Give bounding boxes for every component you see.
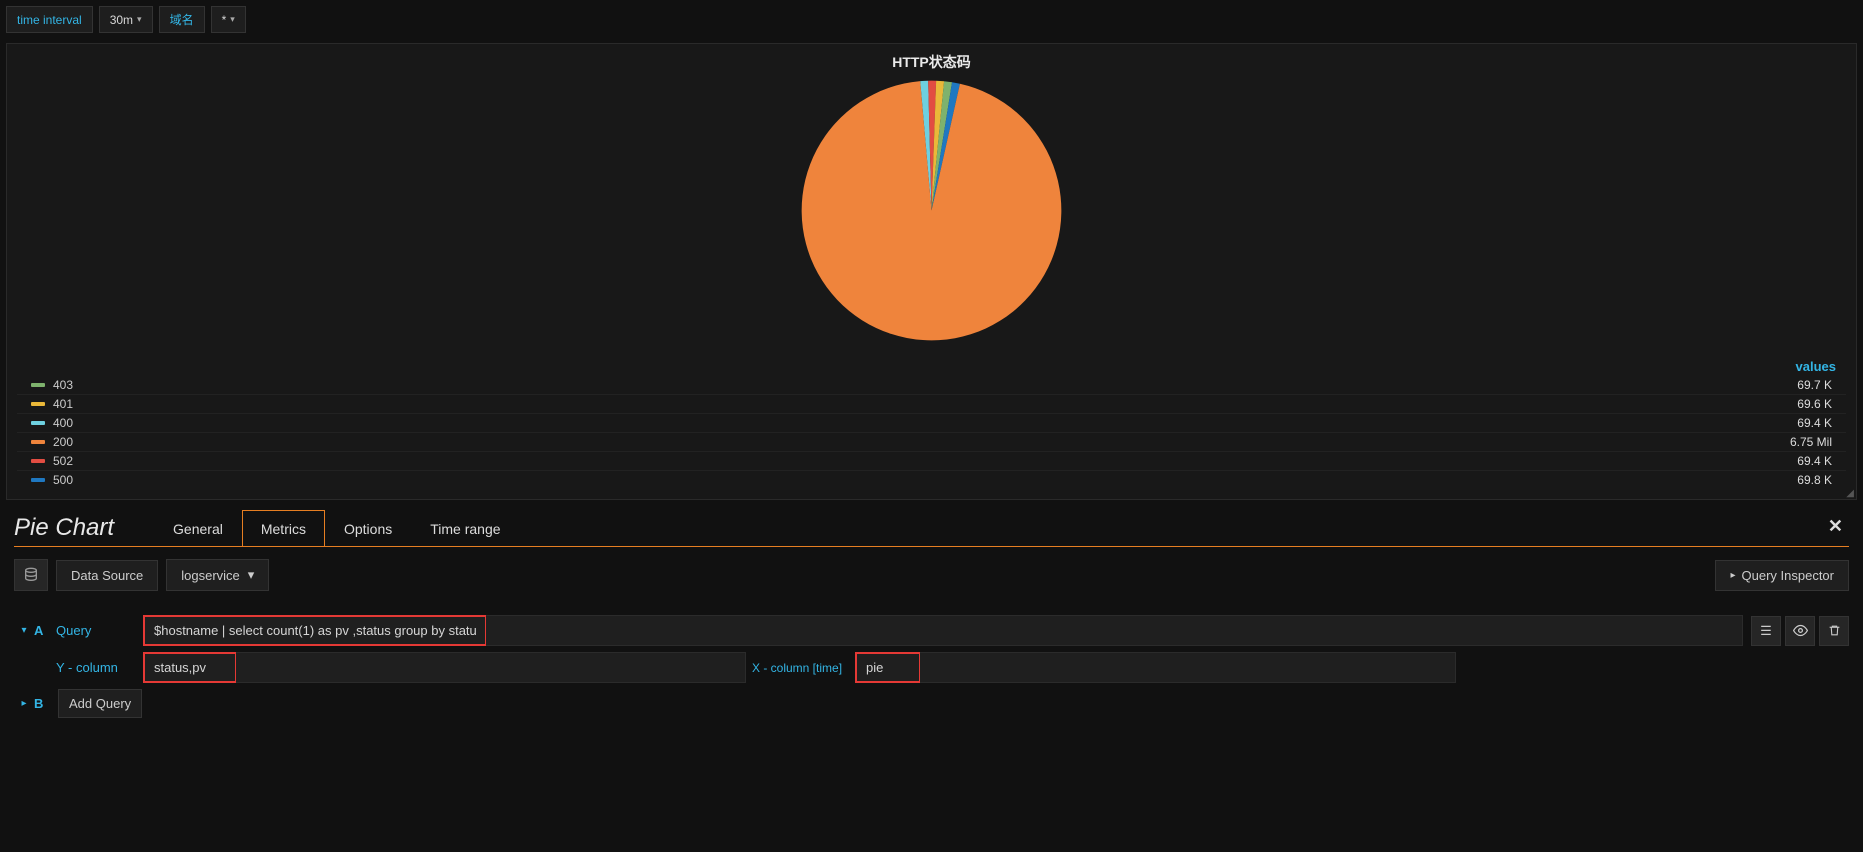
xcolumn-input[interactable] xyxy=(856,653,920,682)
tab-time-range[interactable]: Time range xyxy=(411,510,519,547)
datasource-icon xyxy=(14,559,48,591)
datasource-row: Data Source logservice ▾ ▸ Query Inspect… xyxy=(14,559,1849,591)
chart-title: HTTP状态码 xyxy=(7,44,1856,72)
query-letter-b[interactable]: B xyxy=(34,696,52,711)
ycolumn-input-extend[interactable] xyxy=(236,652,746,683)
eye-icon xyxy=(1793,623,1808,638)
query-row-actions: ☰ xyxy=(1751,616,1849,646)
legend-swatch xyxy=(31,383,45,387)
query-row-b: ▸ B Add Query xyxy=(14,689,1849,718)
legend-value: 69.6 K xyxy=(1797,397,1832,411)
caret-right-icon: ▸ xyxy=(1730,570,1735,581)
ycolumn-input[interactable] xyxy=(144,653,236,682)
domain-value: * xyxy=(222,13,227,27)
legend-row[interactable]: 401 69.6 K xyxy=(17,394,1846,413)
legend-label: 400 xyxy=(53,416,73,430)
legend-row[interactable]: 502 69.4 K xyxy=(17,451,1846,470)
legend-row[interactable]: 500 69.8 K xyxy=(17,470,1846,489)
xcolumn-label: X - column [time] xyxy=(746,661,856,675)
query-row-a: ▾ A Query ☰ xyxy=(14,615,1849,646)
legend-swatch xyxy=(31,421,45,425)
legend-header: values xyxy=(7,355,1856,376)
legend-value: 69.7 K xyxy=(1797,378,1832,392)
tab-options[interactable]: Options xyxy=(325,510,411,547)
legend-label: 403 xyxy=(53,378,73,392)
domain-label[interactable]: 域名 xyxy=(159,6,205,33)
chart-panel: HTTP状态码 values 403 69.7 K 401 69.6 K 400 69.4… xyxy=(6,43,1857,500)
time-interval-label[interactable]: time interval xyxy=(6,6,93,33)
columns-row: Y - column X - column [time] xyxy=(14,652,1849,683)
pie-svg xyxy=(799,78,1064,343)
datasource-label: Data Source xyxy=(56,560,158,591)
add-query-button[interactable]: Add Query xyxy=(58,689,142,718)
caret-down-icon: ▾ xyxy=(248,567,255,583)
xcolumn-input-extend[interactable] xyxy=(920,652,1456,683)
legend-swatch xyxy=(31,440,45,444)
resize-handle[interactable]: ◢ xyxy=(1846,488,1854,499)
trash-icon xyxy=(1828,624,1841,637)
query-collapse-toggle-b[interactable]: ▸ xyxy=(14,698,34,709)
legend-swatch xyxy=(31,402,45,406)
legend-row[interactable]: 400 69.4 K xyxy=(17,413,1846,432)
caret-down-icon: ▾ xyxy=(137,14,142,25)
tab-metrics[interactable]: Metrics xyxy=(242,510,325,547)
datasource-selected: logservice xyxy=(181,568,240,583)
legend-value: 6.75 Mil xyxy=(1790,435,1832,449)
values-column-header[interactable]: values xyxy=(1796,359,1836,374)
database-icon xyxy=(23,567,39,583)
query-letter-a[interactable]: A xyxy=(34,623,52,638)
time-interval-select[interactable]: 30m ▾ xyxy=(99,6,153,33)
query-label: Query xyxy=(52,623,144,638)
query-collapse-toggle[interactable]: ▾ xyxy=(14,625,34,636)
metrics-section: Data Source logservice ▾ ▸ Query Inspect… xyxy=(0,549,1863,724)
legend-swatch xyxy=(31,459,45,463)
legend-value: 69.4 K xyxy=(1797,416,1832,430)
time-interval-value: 30m xyxy=(110,13,133,27)
query-inspector-button[interactable]: ▸ Query Inspector xyxy=(1715,560,1849,591)
legend-value: 69.4 K xyxy=(1797,454,1832,468)
query-delete-button[interactable] xyxy=(1819,616,1849,646)
legend-label: 500 xyxy=(53,473,73,487)
variable-bar: time interval 30m ▾ 域名 * ▾ xyxy=(0,0,1863,39)
legend-table: 403 69.7 K 401 69.6 K 400 69.4 K 200 6.75 Mil 50… xyxy=(7,376,1856,499)
legend-label: 502 xyxy=(53,454,73,468)
pie-chart xyxy=(7,72,1856,355)
query-input[interactable] xyxy=(144,616,486,645)
datasource-select[interactable]: logservice ▾ xyxy=(166,559,269,591)
query-menu-button[interactable]: ☰ xyxy=(1751,616,1781,646)
panel-editor: Pie Chart General Metrics Options Time r… xyxy=(0,500,1863,549)
caret-down-icon: ▾ xyxy=(230,14,235,25)
legend-row[interactable]: 403 69.7 K xyxy=(17,376,1846,394)
legend-swatch xyxy=(31,478,45,482)
legend-row[interactable]: 200 6.75 Mil xyxy=(17,432,1846,451)
query-toggle-visibility-button[interactable] xyxy=(1785,616,1815,646)
query-input-extend[interactable] xyxy=(486,615,1743,646)
close-editor-button[interactable]: ✕ xyxy=(1828,516,1843,537)
tab-general[interactable]: General xyxy=(154,510,242,547)
ycolumn-label: Y - column xyxy=(52,660,144,675)
legend-label: 401 xyxy=(53,397,73,411)
legend-label: 200 xyxy=(53,435,73,449)
domain-select[interactable]: * ▾ xyxy=(211,6,246,33)
query-inspector-label: Query Inspector xyxy=(1742,568,1835,583)
legend-value: 69.8 K xyxy=(1797,473,1832,487)
editor-tabs: General Metrics Options Time range xyxy=(154,510,519,547)
panel-type-title: Pie Chart xyxy=(14,510,114,542)
